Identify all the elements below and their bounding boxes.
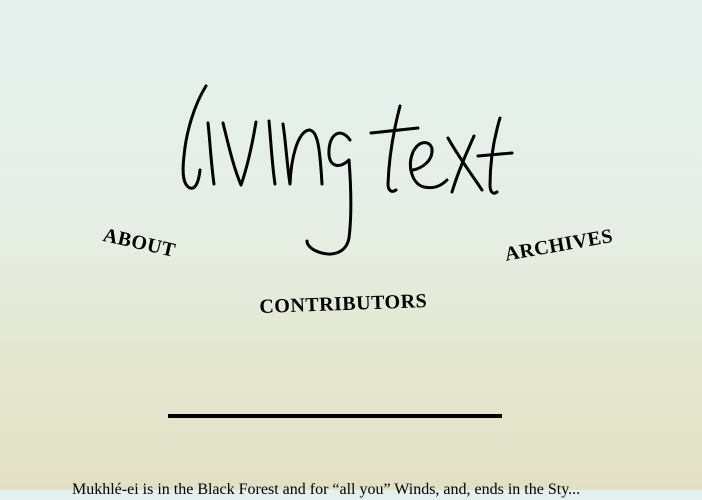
logo-stroke-i2 xyxy=(267,119,277,186)
logo-stroke-t2 xyxy=(488,116,502,195)
logo-stroke-x1 xyxy=(446,136,484,192)
nav-contributors-link[interactable]: CONTRIBUTORS xyxy=(259,290,428,319)
logo-stroke-t1-bar xyxy=(369,126,420,135)
logo-stroke-i1 xyxy=(206,121,216,186)
logo-stroke-n xyxy=(281,122,324,186)
logo-stroke-x2 xyxy=(450,134,476,194)
logo-stroke-l xyxy=(181,84,208,190)
logo-stroke-v xyxy=(221,120,258,187)
nav-archives-link[interactable]: ARCHIVES xyxy=(503,225,615,267)
logo-stroke-t2-bar xyxy=(476,151,514,158)
nav-about-link[interactable]: ABOUT xyxy=(101,224,178,263)
logo-stroke-e xyxy=(409,141,449,190)
intro-text: Mukhlé-ei is in the Black Forest and for… xyxy=(72,481,581,498)
logo-stroke-g xyxy=(305,131,353,256)
section-divider xyxy=(168,414,502,418)
logo-stroke-t1 xyxy=(386,104,402,193)
